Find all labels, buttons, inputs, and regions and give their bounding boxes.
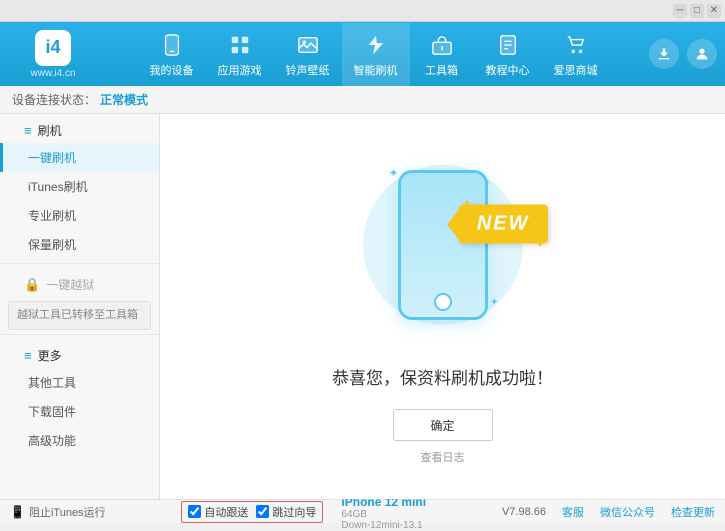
- sparkle-2: ✦: [484, 178, 491, 187]
- device-storage: 64GB: [341, 509, 426, 520]
- sidebar-more-section: ≡ 更多: [0, 339, 159, 368]
- close-button[interactable]: ✕: [707, 4, 721, 18]
- skip-guide-label: 跳过向导: [272, 504, 316, 520]
- device-model: Down-12mini-13.1: [341, 520, 426, 531]
- phone-home-button: [434, 293, 452, 311]
- download-button[interactable]: [649, 39, 679, 69]
- nav-my-device-label: 我的设备: [150, 62, 194, 78]
- footer-itunes: 📱 阻止iTunes运行: [10, 504, 106, 520]
- new-badge-text: NEW: [459, 205, 548, 244]
- ribbon-arrow: [447, 206, 461, 242]
- top-navigation: i4 www.i4.cn 我的设备 应用游戏: [0, 22, 725, 86]
- sparkle-3: ✦: [490, 297, 498, 308]
- auto-follow-checkbox[interactable]: 自动跟送: [188, 504, 248, 520]
- sidebar-item-itunes-flash[interactable]: iTunes刷机: [0, 172, 159, 201]
- bottom-bar: 📱 阻止iTunes运行 自动跟送 跳过向导 iPhone 12 mini 64…: [0, 499, 725, 523]
- itunes-stop-text[interactable]: 阻止iTunes运行: [29, 504, 106, 520]
- bottom-left: 📱 阻止iTunes运行: [10, 504, 106, 520]
- new-badge: NEW ✦ ✦: [459, 205, 548, 244]
- logo-text: www.i4.cn: [30, 68, 75, 79]
- version-text: V7.98.66: [502, 506, 546, 518]
- wechat-link[interactable]: 微信公众号: [600, 504, 655, 520]
- update-link[interactable]: 检查更新: [671, 504, 715, 520]
- phone-nav-icon: [158, 31, 186, 59]
- success-text: 恭喜您，保资料刷机成功啦！: [332, 364, 553, 389]
- nav-toolbox[interactable]: 工具箱: [410, 23, 474, 86]
- content-area: ≡ 刷机 一键刷机 iTunes刷机 专业刷机 保量刷机 🔒 一键越狱 越狱工具…: [0, 114, 725, 499]
- user-button[interactable]: [687, 39, 717, 69]
- logo-icon: i4: [35, 30, 71, 66]
- sidebar: ≡ 刷机 一键刷机 iTunes刷机 专业刷机 保量刷机 🔒 一键越狱 越狱工具…: [0, 114, 160, 499]
- nav-items: 我的设备 应用游戏 铃声壁纸: [98, 23, 649, 86]
- skip-guide-input[interactable]: [256, 505, 269, 518]
- sidebar-flash-section: ≡ 刷机: [0, 114, 159, 143]
- sidebar-item-other-tools[interactable]: 其他工具: [0, 368, 159, 397]
- toolbox-nav-icon: [428, 31, 456, 59]
- success-illustration: ✦ ✦ ✦ NEW ✦ ✦: [333, 148, 553, 348]
- lock-icon: 🔒: [24, 277, 40, 293]
- nav-apps[interactable]: 应用游戏: [206, 23, 274, 86]
- status-label: 设备连接状态：: [12, 91, 96, 108]
- sparkle-1: ✦: [389, 166, 399, 180]
- auto-follow-input[interactable]: [188, 505, 201, 518]
- bottom-right: V7.98.66 客服 微信公众号 检查更新: [502, 504, 715, 520]
- apps-nav-icon: [226, 31, 254, 59]
- nav-right-buttons: [649, 39, 717, 69]
- nav-apps-label: 应用游戏: [218, 62, 262, 78]
- sidebar-more-title: 更多: [38, 347, 62, 364]
- smart-flash-nav-icon: [362, 31, 390, 59]
- restore-button[interactable]: □: [690, 4, 704, 18]
- goto-daily-link[interactable]: 查看日志: [421, 449, 465, 465]
- nav-tutorial[interactable]: 教程中心: [474, 23, 542, 86]
- minimize-button[interactable]: ─: [673, 4, 687, 18]
- phone-small-icon: 📱: [10, 505, 25, 519]
- sidebar-jailbreak-title: 一键越狱: [46, 276, 94, 293]
- nav-toolbox-label: 工具箱: [425, 62, 458, 78]
- nav-smart-flash[interactable]: 智能刷机: [342, 23, 410, 86]
- confirm-button[interactable]: 确定: [393, 409, 493, 441]
- store-nav-icon: [562, 31, 590, 59]
- service-link[interactable]: 客服: [562, 504, 584, 520]
- status-bar: 设备连接状态： 正常模式: [0, 86, 725, 114]
- sidebar-item-save-flash[interactable]: 保量刷机: [0, 230, 159, 259]
- logo-area: i4 www.i4.cn: [8, 30, 98, 79]
- sidebar-jailbreak-notice: 越狱工具已转移至工具箱: [8, 301, 151, 330]
- nav-smart-flash-label: 智能刷机: [354, 62, 398, 78]
- nav-store[interactable]: 爱思商城: [542, 23, 610, 86]
- badge-star-1: ✦: [463, 199, 471, 210]
- nav-tutorial-label: 教程中心: [486, 62, 530, 78]
- sidebar-item-advanced[interactable]: 高级功能: [0, 426, 159, 455]
- badge-star-2: ✦: [537, 241, 544, 250]
- wallpaper-nav-icon: [294, 31, 322, 59]
- flash-section-icon: ≡: [24, 123, 32, 138]
- status-value: 正常模式: [100, 91, 148, 108]
- main-content: ✦ ✦ ✦ NEW ✦ ✦ 恭喜您，保资料刷机成功啦！ 确定 查看日志: [160, 114, 725, 499]
- nav-store-label: 爱思商城: [554, 62, 598, 78]
- auto-follow-label: 自动跟送: [204, 504, 248, 520]
- nav-wallpaper-label: 铃声壁纸: [286, 62, 330, 78]
- skip-guide-checkbox[interactable]: 跳过向导: [256, 504, 316, 520]
- phone-illustration: [398, 170, 488, 320]
- checkbox-group: 自动跟送 跳过向导: [181, 501, 323, 523]
- sidebar-item-pro-flash[interactable]: 专业刷机: [0, 201, 159, 230]
- more-section-icon: ≡: [24, 348, 32, 363]
- nav-my-device[interactable]: 我的设备: [138, 23, 206, 86]
- sidebar-flash-title: 刷机: [38, 122, 62, 139]
- sidebar-jailbreak-section: 🔒 一键越狱: [0, 268, 159, 297]
- nav-wallpaper[interactable]: 铃声壁纸: [274, 23, 342, 86]
- sidebar-item-one-key-flash[interactable]: 一键刷机: [0, 143, 159, 172]
- sidebar-item-download-fw[interactable]: 下载固件: [0, 397, 159, 426]
- title-bar: ─ □ ✕: [0, 0, 725, 22]
- tutorial-nav-icon: [494, 31, 522, 59]
